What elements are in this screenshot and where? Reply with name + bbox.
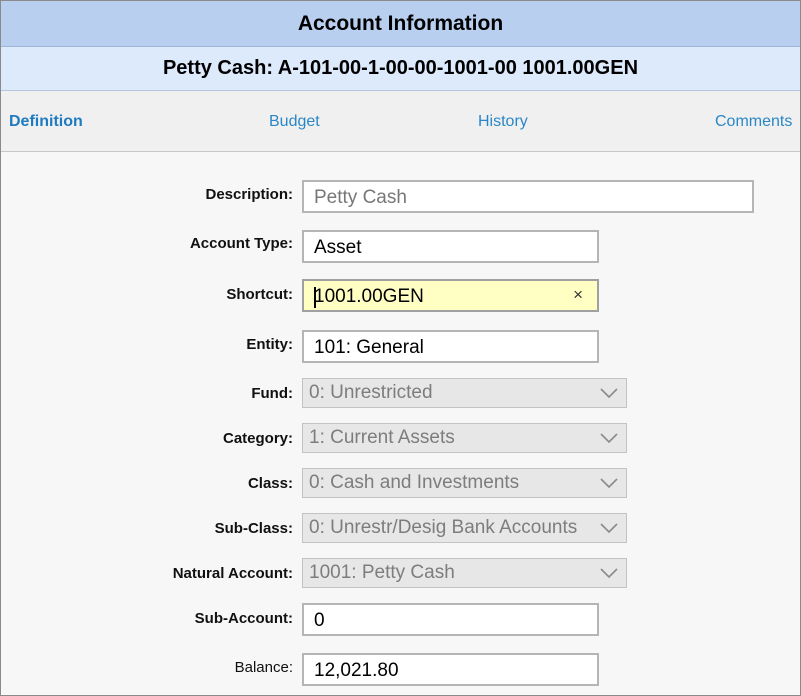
class-label: Class: [247, 475, 293, 492]
tab-definition[interactable]: Definition [9, 113, 83, 131]
balance-label: Balance: [234, 659, 293, 676]
natural-account-select[interactable]: 1001: Petty Cash [302, 558, 627, 588]
account-type-label: Account Type: [189, 235, 293, 252]
sub-account-label: Sub-Account: [194, 610, 293, 627]
sub-class-select[interactable]: 0: Unrestr/Desig Bank Accounts [302, 513, 627, 543]
shortcut-input[interactable]: 1001.00GEN × [302, 279, 599, 312]
description-label: Description: [205, 186, 293, 203]
sub-class-label: Sub-Class: [214, 520, 293, 537]
tab-bar: Definition Budget History Comments [1, 91, 800, 152]
category-label: Category: [222, 430, 293, 447]
sub-account-field[interactable]: 0 [302, 603, 599, 636]
tab-comments[interactable]: Comments [715, 113, 792, 131]
natural-account-value: 1001: Petty Cash [309, 562, 455, 583]
category-select[interactable]: 1: Current Assets [302, 423, 627, 453]
class-select[interactable]: 0: Cash and Investments [302, 468, 627, 498]
shortcut-label: Shortcut: [226, 286, 293, 303]
chevron-down-icon [600, 433, 618, 444]
account-type-field[interactable]: Asset [302, 230, 599, 263]
fund-select[interactable]: 0: Unrestricted [302, 378, 627, 408]
balance-field: 12,021.80 [302, 653, 599, 686]
entity-field[interactable]: 101: General [302, 330, 599, 363]
tab-budget[interactable]: Budget [269, 113, 320, 131]
natural-account-label: Natural Account: [172, 565, 293, 582]
window-title: Account Information [1, 1, 800, 47]
shortcut-value: 1001.00GEN [314, 286, 424, 307]
sub-class-value: 0: Unrestr/Desig Bank Accounts [309, 517, 578, 538]
chevron-down-icon [600, 388, 618, 399]
description-field[interactable]: Petty Cash [302, 180, 754, 213]
class-value: 0: Cash and Investments [309, 472, 520, 493]
tab-history[interactable]: History [478, 113, 528, 131]
close-icon[interactable]: × [573, 285, 583, 305]
entity-label: Entity: [246, 336, 293, 353]
category-value: 1: Current Assets [309, 427, 455, 448]
fund-value: 0: Unrestricted [309, 382, 433, 403]
account-information-window: Account Information Petty Cash: A-101-00… [0, 0, 801, 696]
account-subtitle: Petty Cash: A-101-00-1-00-00-1001-00 100… [1, 47, 800, 91]
text-caret [314, 287, 316, 308]
chevron-down-icon [600, 523, 618, 534]
fund-label: Fund: [251, 385, 293, 402]
chevron-down-icon [600, 478, 618, 489]
account-definition-form: Description: Petty Cash Account Type: As… [1, 152, 800, 695]
chevron-down-icon [600, 568, 618, 579]
